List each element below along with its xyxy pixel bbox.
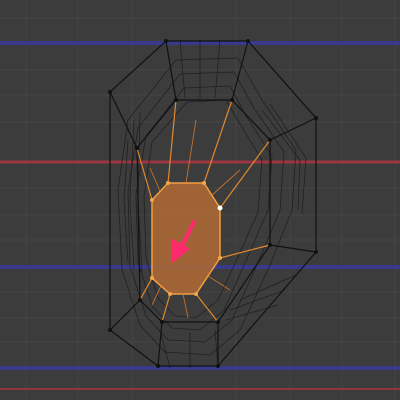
selected-faces[interactable] — [136, 99, 271, 323]
active-vertex[interactable] — [217, 205, 223, 211]
viewport-canvas[interactable] — [0, 0, 400, 400]
3d-viewport[interactable] — [0, 0, 400, 400]
mesh-object[interactable] — [108, 39, 318, 369]
